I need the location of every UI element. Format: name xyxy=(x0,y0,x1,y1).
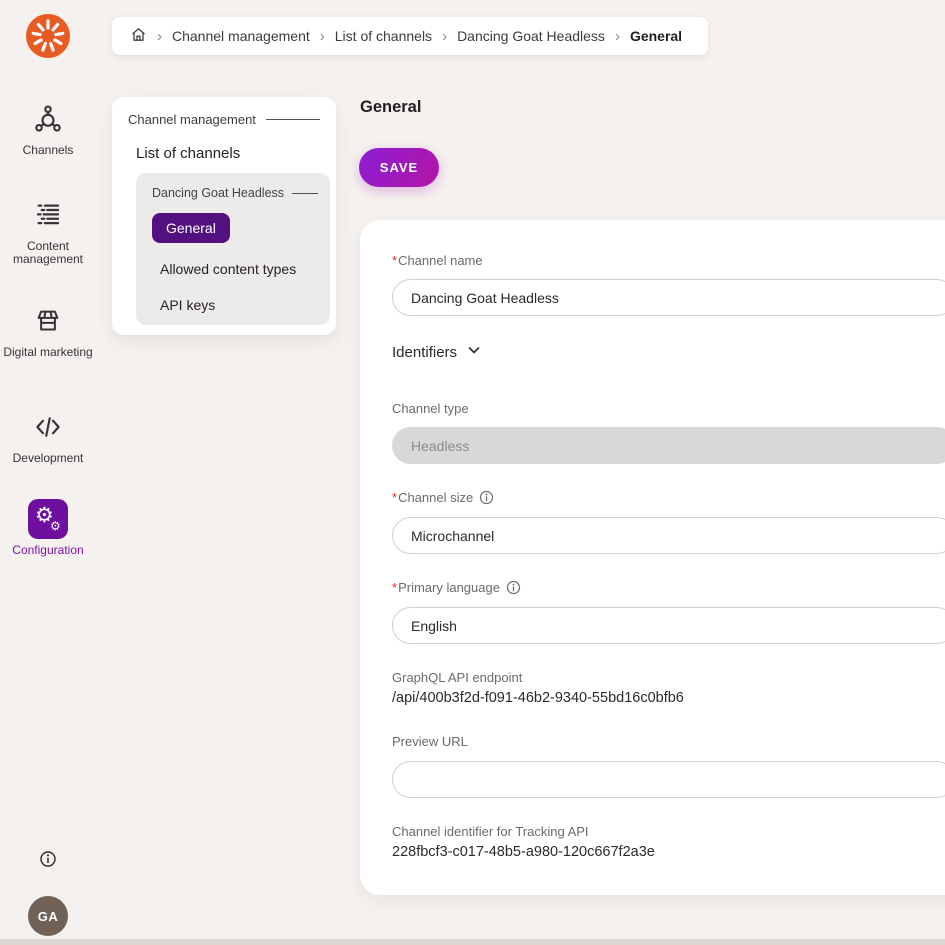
channel-menu-item-api-keys[interactable]: API keys xyxy=(160,297,215,313)
chevron-down-icon xyxy=(467,343,481,361)
sidebar-item-digital-marketing[interactable]: Digital marketing xyxy=(0,306,96,359)
channel-menu-item-allowed-content-types[interactable]: Allowed content types xyxy=(160,261,296,277)
channel-size-label: *Channel size xyxy=(392,490,494,505)
subnav-item-list-of-channels[interactable]: List of channels xyxy=(136,145,336,162)
info-icon[interactable] xyxy=(39,850,57,873)
info-icon[interactable] xyxy=(506,580,521,595)
channel-menu-item-general[interactable]: General xyxy=(152,213,230,243)
configuration-gears-icon: ⚙ ⚙ xyxy=(28,499,68,539)
graphql-endpoint-label: GraphQL API endpoint xyxy=(392,670,522,685)
tracking-identifier-value: 228fbcf3-c017-48b5-a980-120c667f2a3e xyxy=(392,844,655,860)
preview-url-label: Preview URL xyxy=(392,734,468,749)
sidebar-item-label: Digital marketing xyxy=(0,346,96,359)
content-management-icon xyxy=(33,200,63,230)
subnav-panel: Channel management List of channels Danc… xyxy=(112,97,336,335)
subnav-title: Channel management xyxy=(128,112,256,127)
channel-size-select[interactable] xyxy=(392,517,945,554)
sidebar-item-configuration[interactable]: ⚙ ⚙ Configuration xyxy=(0,499,96,557)
sidebar-item-development[interactable]: Development xyxy=(0,412,96,465)
page-title: General xyxy=(360,98,421,117)
sidebar-item-label: Content management xyxy=(0,240,96,266)
required-marker: * xyxy=(392,253,397,268)
required-marker: * xyxy=(392,580,397,595)
primary-language-select[interactable] xyxy=(392,607,945,644)
tracking-identifier-label: Channel identifier for Tracking API xyxy=(392,824,589,839)
save-button[interactable]: SAVE xyxy=(359,148,439,187)
breadcrumb-separator: › xyxy=(441,28,448,45)
channel-type-label: Channel type xyxy=(392,401,469,416)
decorative-line xyxy=(266,119,320,120)
breadcrumb-separator: › xyxy=(156,28,163,45)
primary-language-label: *Primary language xyxy=(392,580,521,595)
breadcrumb-item-channel[interactable]: Dancing Goat Headless xyxy=(457,28,605,44)
channel-name-input[interactable] xyxy=(392,279,945,316)
breadcrumb: › Channel management › List of channels … xyxy=(112,17,708,55)
decorative-line xyxy=(292,193,318,194)
channel-card-header: Dancing Goat Headless xyxy=(136,173,330,200)
flower-icon xyxy=(26,14,70,58)
breadcrumb-separator: › xyxy=(319,28,326,45)
breadcrumb-item-channel-management[interactable]: Channel management xyxy=(172,28,310,44)
app-root: › Channel management › List of channels … xyxy=(0,0,945,945)
development-icon xyxy=(33,412,63,442)
channel-card-title: Dancing Goat Headless xyxy=(152,186,284,200)
bottom-edge-strip xyxy=(0,939,945,945)
channel-card: Dancing Goat Headless General Allowed co… xyxy=(136,173,330,325)
breadcrumb-item-list-of-channels[interactable]: List of channels xyxy=(335,28,432,44)
kentico-logo-icon[interactable] xyxy=(26,14,70,58)
user-avatar[interactable]: GA xyxy=(28,896,68,936)
breadcrumb-item-general[interactable]: General xyxy=(630,28,682,44)
sidebar-item-label: Development xyxy=(0,452,96,465)
channel-name-label: *Channel name xyxy=(392,253,483,268)
general-settings-form: *Channel name Identifiers Channel type *… xyxy=(360,220,945,895)
breadcrumb-separator: › xyxy=(614,28,621,45)
required-marker: * xyxy=(392,490,397,505)
sidebar-item-content-management[interactable]: Content management xyxy=(0,200,96,266)
preview-url-input[interactable] xyxy=(392,761,945,798)
info-icon[interactable] xyxy=(479,490,494,505)
sidebar-item-label: Configuration xyxy=(0,544,96,557)
identifiers-section-toggle[interactable]: Identifiers xyxy=(392,343,481,361)
graphql-endpoint-value: /api/400b3f2d-f091-46b2-9340-55bd16c0bfb… xyxy=(392,690,684,706)
channel-type-input xyxy=(392,427,945,464)
subnav-header: Channel management xyxy=(112,97,336,127)
channels-icon xyxy=(33,104,63,134)
digital-marketing-icon xyxy=(33,306,63,336)
sidebar-item-label: Channels xyxy=(0,144,96,157)
sidebar-item-channels[interactable]: Channels xyxy=(0,104,96,157)
home-icon[interactable] xyxy=(130,26,147,46)
identifiers-label: Identifiers xyxy=(392,344,457,361)
